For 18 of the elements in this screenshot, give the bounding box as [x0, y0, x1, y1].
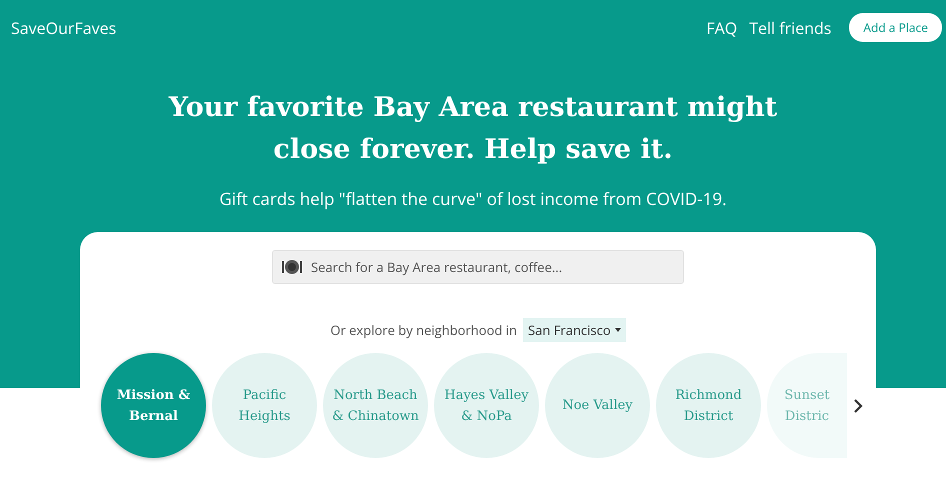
- hero-title: Your favorite Bay Area restaurant might close forever. Help save it.: [168, 91, 778, 167]
- nav-link[interactable]: FAQ: [706, 16, 738, 38]
- search-field[interactable]: Search for a Bay Area restaurant, coffee...: [272, 250, 684, 284]
- nav-link[interactable]: Tell friends: [749, 16, 832, 38]
- plate-icon: [282, 259, 302, 275]
- add-place-button[interactable]: Add a Place: [849, 13, 942, 42]
- explore-label: Or explore by neighborhood in: [330, 321, 517, 339]
- hero-subtitle: Gift cards help "flatten the curve" of lost income from COVID-19.: [218, 187, 728, 210]
- neighborhood-button[interactable]: Noe Valley: [545, 353, 650, 458]
- neighborhood-button[interactable]: Sunset Distric: [767, 353, 847, 458]
- neighborhood-button[interactable]: Mission & Bernal: [101, 353, 206, 458]
- neighborhood-button[interactable]: Hayes Valley & NoPa: [434, 353, 539, 458]
- neighborhood-button[interactable]: North Beach & Chinatown: [323, 353, 428, 458]
- neighborhood-button[interactable]: Richmond District: [656, 353, 761, 458]
- neighborhood-button[interactable]: Pacific Heights: [212, 353, 317, 458]
- site-logo[interactable]: SaveOurFaves: [11, 16, 706, 38]
- caret-icon: [614, 328, 621, 332]
- city-dropdown[interactable]: San Francisco: [523, 318, 626, 342]
